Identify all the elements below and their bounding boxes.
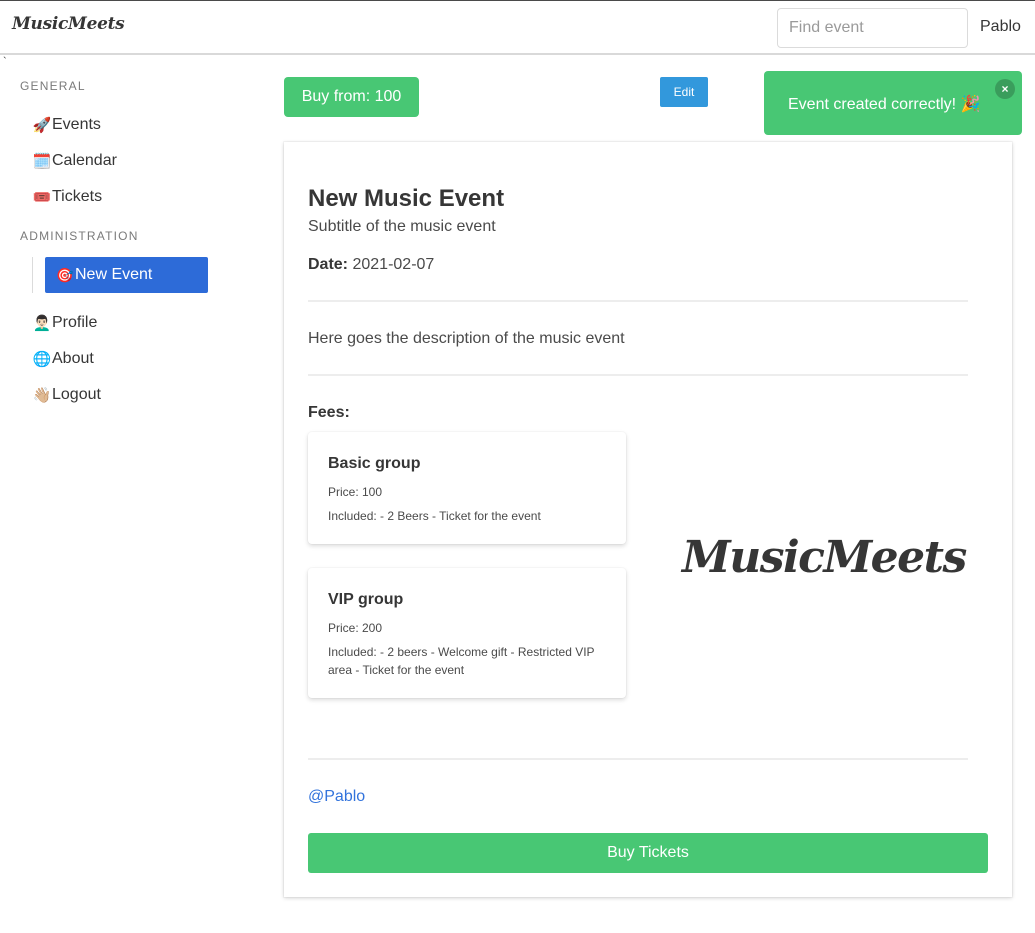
toast-message: Event created correctly! 🎉 <box>788 96 981 113</box>
target-icon: 🎯 <box>56 266 74 283</box>
sidebar-item-label: Calendar <box>52 152 117 169</box>
edit-button[interactable]: Edit <box>660 77 708 107</box>
sidebar-item-events[interactable]: 🚀 Events <box>32 110 101 140</box>
author-link[interactable]: @Pablo <box>308 788 365 806</box>
ticket-icon: 🎟️ <box>32 189 52 206</box>
menu-label-administration: ADMINISTRATION <box>20 229 139 243</box>
nav-user-link[interactable]: Pablo <box>980 18 1021 36</box>
divider <box>308 758 968 760</box>
sidebar-item-label: Profile <box>52 314 98 331</box>
menu-label-general: GENERAL <box>20 79 86 93</box>
sidebar-item-about[interactable]: 🌐 About <box>32 344 94 374</box>
person-icon: 👨🏻‍🦱 <box>32 315 52 332</box>
event-image-logo: MusicMeets <box>682 532 967 583</box>
sidebar-item-logout[interactable]: 👋🏼 Logout <box>32 380 101 410</box>
sidebar-item-label: Tickets <box>52 188 103 205</box>
fees-label: Fees: <box>308 404 350 421</box>
close-icon[interactable]: × <box>995 79 1015 99</box>
calendar-icon: 🗓️ <box>32 153 52 170</box>
fee-price: Price: 200 <box>328 621 383 635</box>
submenu-border <box>32 257 33 293</box>
globe-icon: 🌐 <box>32 351 52 368</box>
sidebar-item-new-event[interactable]: 🎯 New Event <box>45 257 208 293</box>
event-description: Here goes the description of the music e… <box>308 330 625 347</box>
event-title: New Music Event <box>308 185 505 212</box>
event-date: Date: 2021-02-07 <box>308 256 434 274</box>
divider <box>308 374 968 376</box>
search-input[interactable] <box>777 8 968 48</box>
wave-icon: 👋🏼 <box>32 387 52 404</box>
sidebar-item-calendar[interactable]: 🗓️ Calendar <box>32 146 117 176</box>
divider <box>308 300 968 302</box>
fee-name: VIP group <box>328 591 404 608</box>
fee-card-vip: VIP group Price: 200 Included: - 2 beers… <box>308 568 626 698</box>
stray-backtick: ` <box>3 56 7 68</box>
buy-from-button[interactable]: Buy from: 100 <box>284 77 419 117</box>
sidebar-item-label: New Event <box>75 266 153 283</box>
top-navbar: MusicMeets Pablo <box>0 0 1035 55</box>
event-card: New Music Event Subtitle of the music ev… <box>284 142 1012 897</box>
success-toast: Event created correctly! 🎉 × <box>764 71 1022 135</box>
buy-tickets-button[interactable]: Buy Tickets <box>308 833 988 873</box>
fee-price: Price: 100 <box>328 485 383 499</box>
rocket-icon: 🚀 <box>32 117 52 134</box>
event-subtitle: Subtitle of the music event <box>308 218 496 235</box>
sidebar-item-label: Logout <box>52 386 101 403</box>
fee-name: Basic group <box>328 455 421 472</box>
sidebar-item-profile[interactable]: 👨🏻‍🦱 Profile <box>32 308 98 338</box>
sidebar-item-tickets[interactable]: 🎟️ Tickets <box>32 182 102 212</box>
fee-card-basic: Basic group Price: 100 Included: - 2 Bee… <box>308 432 626 544</box>
fee-included: Included: - 2 beers - Welcome gift - Res… <box>328 645 595 677</box>
date-value: 2021-02-07 <box>352 256 435 273</box>
sidebar-item-label: Events <box>52 116 101 133</box>
date-label: Date: <box>308 256 349 273</box>
brand-logo[interactable]: MusicMeets <box>12 14 125 34</box>
fee-included: Included: - 2 Beers - Ticket for the eve… <box>328 509 541 523</box>
sidebar-item-label: About <box>52 350 94 367</box>
